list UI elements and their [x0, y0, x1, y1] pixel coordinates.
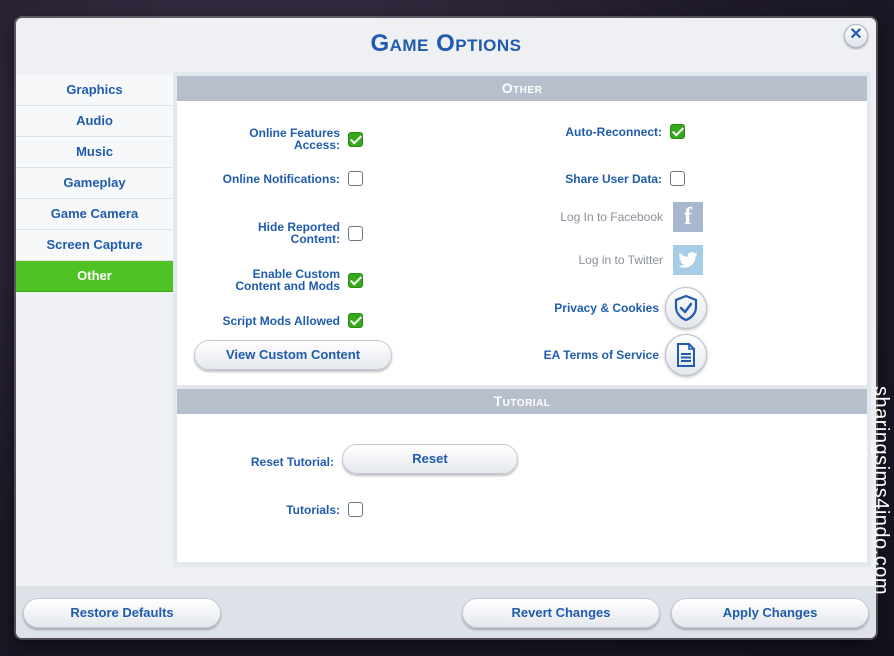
shield-check-icon[interactable] — [665, 287, 707, 329]
script-mods-checkbox[interactable] — [348, 313, 363, 328]
share-user-data-label: Share User Data: — [565, 171, 662, 186]
tutorial-section-header: Tutorial — [177, 389, 867, 414]
script-mods-label: Script Mods Allowed — [222, 313, 340, 328]
hide-reported-checkbox[interactable] — [348, 225, 363, 241]
auto-reconnect-checkbox[interactable] — [670, 124, 685, 139]
online-notifications-row: Online Notifications: — [197, 171, 363, 186]
online-features-label: Online Features Access: — [249, 126, 340, 152]
document-icon[interactable] — [665, 334, 707, 376]
privacy-row[interactable]: Privacy & Cookies — [507, 287, 707, 329]
auto-reconnect-label: Auto-Reconnect: — [565, 124, 662, 139]
reset-tutorial-label: Reset Tutorial: — [250, 455, 334, 469]
revert-changes-button[interactable]: Revert Changes — [462, 598, 660, 628]
privacy-cookies-label: Privacy & Cookies — [554, 301, 659, 315]
custom-content-row: Enable Custom Content and Mods — [197, 268, 363, 292]
online-features-row: Online Features Access: — [197, 127, 363, 151]
close-button[interactable]: ✕ — [844, 24, 868, 48]
custom-content-checkbox[interactable] — [348, 272, 363, 288]
game-options-dialog: Game Options ✕ Graphics Audio Music Game… — [16, 18, 876, 638]
restore-defaults-button[interactable]: Restore Defaults — [23, 598, 221, 628]
online-notifications-label: Online Notifications: — [222, 171, 340, 186]
tutorials-checkbox[interactable] — [348, 502, 363, 517]
script-mods-row: Script Mods Allowed — [197, 313, 363, 328]
facebook-login-label: Log In to Facebook — [560, 210, 663, 224]
sidebar-item-screen-capture[interactable]: Screen Capture — [16, 230, 173, 261]
terms-of-service-label: EA Terms of Service — [543, 348, 659, 362]
tutorials-row: Tutorials: — [217, 502, 363, 517]
sidebar-item-graphics[interactable]: Graphics — [16, 75, 173, 106]
dialog-title: Game Options — [370, 30, 522, 57]
watermark-text: sharingsims4indo.com — [870, 386, 892, 595]
online-notifications-checkbox[interactable] — [348, 171, 363, 186]
reset-tutorial-button[interactable]: Reset — [342, 444, 518, 474]
facebook-icon[interactable]: f — [673, 202, 703, 232]
hide-reported-row: Hide Reported Content: — [197, 221, 363, 245]
auto-reconnect-row: Auto-Reconnect: — [537, 124, 685, 139]
sidebar-nav: Graphics Audio Music Gameplay Game Camer… — [16, 75, 173, 292]
sidebar-item-game-camera[interactable]: Game Camera — [16, 199, 173, 230]
online-features-checkbox[interactable] — [348, 131, 363, 147]
twitter-login-label: Log in to Twitter — [578, 253, 664, 267]
apply-changes-button[interactable]: Apply Changes — [671, 598, 869, 628]
view-custom-content-button[interactable]: View Custom Content — [194, 340, 392, 370]
terms-row[interactable]: EA Terms of Service — [507, 334, 707, 376]
sidebar-item-music[interactable]: Music — [16, 137, 173, 168]
other-section-header: Other — [177, 76, 867, 101]
share-user-data-row: Share User Data: — [537, 171, 685, 186]
reset-tutorial-row: Reset Tutorial: — [217, 456, 334, 468]
hide-reported-label: Hide Reported Content: — [257, 220, 340, 246]
sidebar-item-other[interactable]: Other — [16, 261, 173, 292]
other-panel: Other Online Features Access: Online Not… — [177, 76, 867, 385]
twitter-row[interactable]: Log in to Twitter — [507, 245, 703, 275]
dialog-footer: Restore Defaults Revert Changes Apply Ch… — [16, 586, 876, 638]
tutorials-label: Tutorials: — [286, 502, 340, 517]
sidebar-item-gameplay[interactable]: Gameplay — [16, 168, 173, 199]
share-user-data-checkbox[interactable] — [670, 171, 685, 186]
sidebar-item-audio[interactable]: Audio — [16, 106, 173, 137]
close-icon: ✕ — [849, 26, 863, 43]
twitter-icon[interactable] — [673, 245, 703, 275]
content-area: Other Online Features Access: Online Not… — [173, 72, 871, 567]
custom-content-label: Enable Custom Content and Mods — [235, 267, 340, 293]
tutorial-panel: Tutorial Reset Tutorial: Reset Tutorials… — [177, 389, 867, 562]
facebook-row[interactable]: Log In to Facebook f — [507, 202, 703, 232]
